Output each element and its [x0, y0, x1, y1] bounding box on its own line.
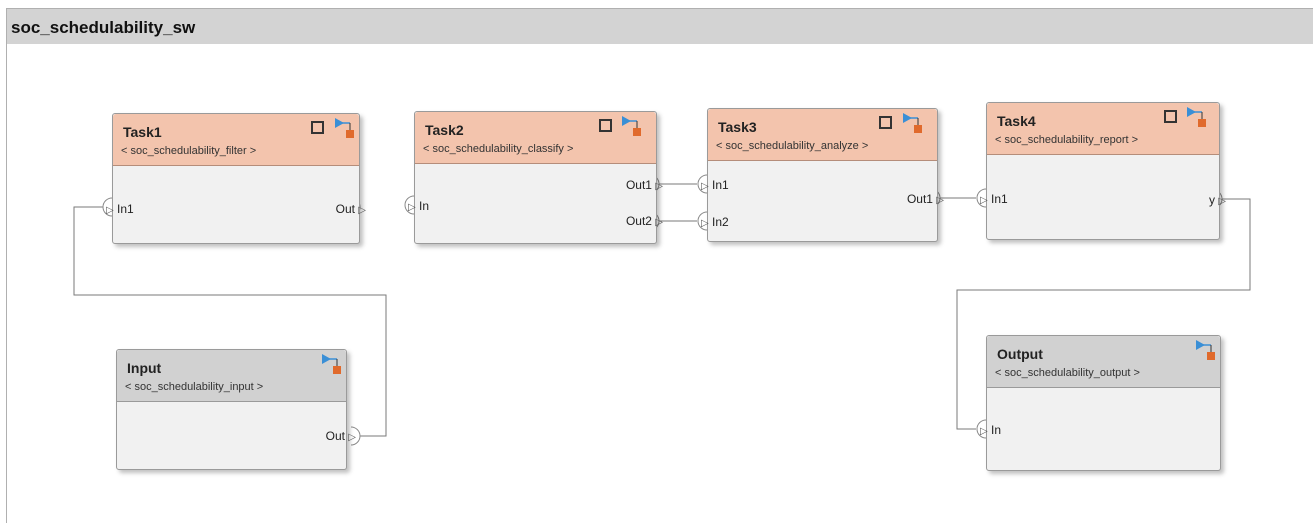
triangle-right-icon: ▷	[701, 181, 709, 192]
processor-mapping-icon	[1196, 340, 1215, 360]
task2-header: Task2 < soc_schedulability_classify >	[415, 112, 656, 164]
processor-mapping-icon	[1187, 107, 1206, 127]
task3-header: Task3 < soc_schedulability_analyze >	[708, 109, 937, 161]
triangle-right-icon: ▷	[106, 205, 114, 216]
input-port-in[interactable]: ▷ In	[408, 199, 429, 215]
square-icon	[311, 121, 324, 134]
output-port-out[interactable]: Out ▷	[326, 429, 356, 445]
output-port-y[interactable]: y ▷	[1209, 193, 1226, 209]
port-label: y	[1208, 193, 1215, 207]
block-name: Task3	[718, 119, 757, 135]
input-port-in1[interactable]: ▷ In1	[106, 202, 134, 218]
square-icon	[1164, 110, 1177, 123]
task3-block[interactable]: Task3 < soc_schedulability_analyze > ▷ I…	[701, 108, 944, 242]
square-icon	[879, 116, 892, 129]
port-label: In1	[991, 192, 1008, 206]
triangle-right-icon: ▷	[348, 432, 356, 443]
task1-header: Task1 < soc_schedulability_filter >	[113, 114, 359, 166]
port-label: Out1	[906, 192, 933, 206]
task2-block[interactable]: Task2 < soc_schedulability_classify > ▷ …	[408, 111, 663, 244]
processor-mapping-icon	[622, 116, 641, 136]
block-reference: < soc_schedulability_analyze >	[716, 140, 869, 152]
port-label: Out2	[625, 214, 652, 228]
triangle-right-icon: ▷	[655, 181, 663, 192]
port-label: Out1	[625, 178, 652, 192]
output-port-out2[interactable]: Out2 ▷	[626, 214, 663, 230]
block-reference: < soc_schedulability_filter >	[121, 145, 257, 157]
triangle-right-icon: ▷	[358, 205, 366, 216]
block-name: Task4	[997, 113, 1036, 129]
triangle-right-icon: ▷	[936, 195, 944, 206]
input-port-in1[interactable]: ▷ In1	[980, 192, 1008, 208]
processor-mapping-icon	[335, 118, 354, 138]
port-label: In	[991, 423, 1002, 437]
output-port-out[interactable]: Out ▷	[336, 202, 366, 218]
input-header: Input < soc_schedulability_input >	[117, 350, 346, 402]
task1-block[interactable]: Task1 < soc_schedulability_filter > ▷ In…	[106, 113, 366, 244]
port-label: In1	[712, 178, 729, 192]
square-icon	[599, 119, 612, 132]
port-label: In2	[712, 215, 729, 229]
output-port-out1[interactable]: Out1 ▷	[626, 178, 663, 194]
block-reference: < soc_schedulability_classify >	[423, 143, 574, 155]
block-name: Output	[997, 346, 1043, 362]
port-label: Out	[335, 202, 355, 216]
output-port-out1[interactable]: Out1 ▷	[907, 192, 944, 208]
input-port-in[interactable]: ▷ In	[980, 423, 1001, 439]
block-reference: < soc_schedulability_input >	[125, 381, 264, 393]
port-label: Out	[325, 429, 345, 443]
triangle-right-icon: ▷	[1218, 196, 1226, 207]
diagram-title: soc_schedulability_sw	[11, 18, 196, 37]
task4-block[interactable]: Task4 < soc_schedulability_report > ▷ In…	[980, 102, 1226, 240]
processor-mapping-icon	[322, 354, 341, 374]
triangle-right-icon: ▷	[980, 426, 988, 437]
processor-mapping-icon	[903, 113, 922, 133]
block-reference: < soc_schedulability_report >	[995, 134, 1139, 146]
port-label: In	[419, 199, 430, 213]
task4-header: Task4 < soc_schedulability_report >	[987, 103, 1219, 155]
port-label: In1	[117, 202, 134, 216]
triangle-right-icon: ▷	[655, 217, 663, 228]
output-block[interactable]: Output < soc_schedulability_output > ▷ I…	[980, 335, 1221, 471]
input-port-in1[interactable]: ▷ In1	[701, 178, 729, 194]
triangle-right-icon: ▷	[701, 218, 709, 229]
diagram-title-bar: soc_schedulability_sw	[7, 9, 1313, 44]
input-port-in2[interactable]: ▷ In2	[701, 215, 729, 231]
block-name: Input	[127, 360, 162, 376]
triangle-right-icon: ▷	[408, 202, 416, 213]
block-reference: < soc_schedulability_output >	[995, 367, 1140, 379]
block-name: Task1	[123, 124, 162, 140]
input-block[interactable]: Input < soc_schedulability_input > Out ▷	[116, 349, 356, 470]
block-name: Task2	[425, 122, 464, 138]
triangle-right-icon: ▷	[980, 195, 988, 206]
output-header: Output < soc_schedulability_output >	[987, 336, 1220, 388]
